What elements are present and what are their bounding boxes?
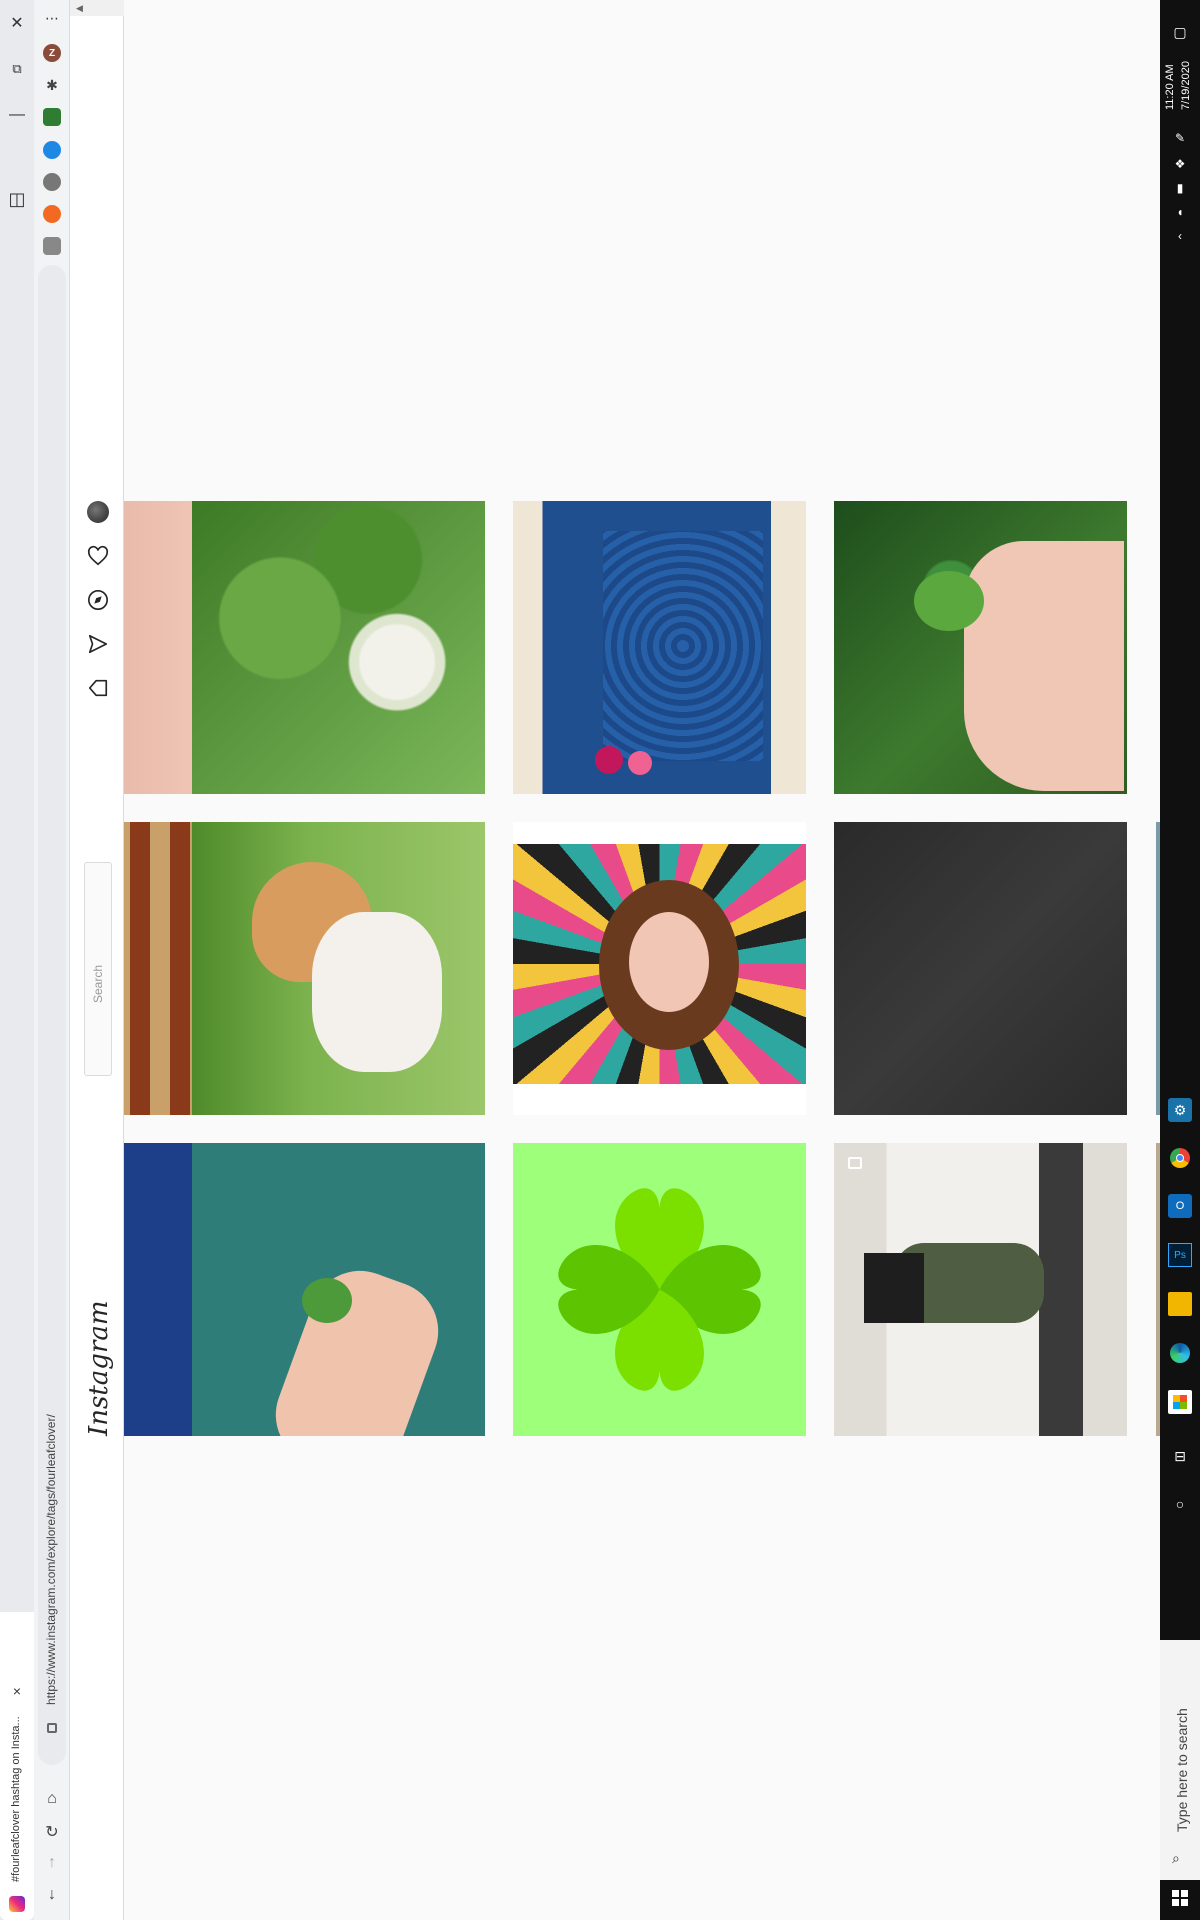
- battery-icon[interactable]: ▮: [1168, 176, 1192, 200]
- show-hidden-icons-icon[interactable]: ‹: [1168, 224, 1192, 248]
- notifications-icon[interactable]: ▢: [1168, 20, 1192, 44]
- home-nav-icon[interactable]: [84, 674, 112, 702]
- photoshop-icon[interactable]: Ps: [1168, 1243, 1192, 1267]
- grid-post-r3c2[interactable]: [513, 1143, 806, 1436]
- extension-image-icon[interactable]: [43, 108, 61, 126]
- office-icon[interactable]: [1168, 1390, 1192, 1414]
- tab-actions-icon[interactable]: ⧉: [4, 56, 30, 82]
- back-icon[interactable]: ↓: [42, 1886, 62, 1906]
- explore-compass-icon[interactable]: [84, 586, 112, 614]
- tab-active[interactable]: × #fourleafclover hashtag on Insta...: [0, 1612, 34, 1920]
- grid-post-r2c3[interactable]: [834, 822, 1127, 1115]
- grid-post-r3c1[interactable]: [192, 1143, 485, 1436]
- grid-post-r1c2[interactable]: [513, 501, 806, 794]
- instagram-favicon-icon: [9, 1896, 25, 1912]
- clock-date[interactable]: 7/19/2020: [1180, 61, 1192, 110]
- search-placeholder: Search: [91, 964, 105, 1003]
- volume-icon[interactable]: ◖: [1168, 200, 1192, 224]
- reload-icon[interactable]: ↻: [42, 1822, 62, 1842]
- vertical-tabs-icon[interactable]: ◫: [4, 186, 30, 212]
- cortana-icon[interactable]: ○: [1168, 1492, 1192, 1516]
- heart-icon[interactable]: [84, 542, 112, 570]
- url-text[interactable]: https://www.instagram.com/explore/tags/f…: [44, 1414, 58, 1705]
- extensions-icon[interactable]: ✱: [43, 76, 61, 94]
- grid-post-r3c3[interactable]: [834, 1143, 1127, 1436]
- grid-post-r1c3[interactable]: [834, 501, 1127, 794]
- windows-start-icon[interactable]: [1168, 1886, 1192, 1910]
- chrome-icon[interactable]: [1168, 1146, 1192, 1170]
- lock-icon[interactable]: [47, 1723, 57, 1733]
- home-icon[interactable]: ⌂: [42, 1790, 62, 1810]
- dropbox-icon[interactable]: ❖: [1168, 152, 1192, 176]
- outlook-icon[interactable]: O: [1168, 1194, 1192, 1218]
- search-icon: ⌕: [1172, 1850, 1180, 1866]
- edge-icon[interactable]: [1168, 1341, 1192, 1365]
- close-tab-button[interactable]: ×: [4, 1678, 30, 1704]
- forward-icon[interactable]: ↑: [42, 1854, 62, 1874]
- hashtag-grid-area: [124, 0, 1160, 1920]
- grid-post-r2c2[interactable]: [513, 822, 806, 1115]
- tab-title: #fourleafclover hashtag on Insta...: [10, 1716, 22, 1882]
- instagram-logo[interactable]: Instagram: [84, 1300, 114, 1436]
- four-leaf-clover-icon: [558, 1188, 761, 1391]
- taskbar-search-placeholder: Type here to search: [1174, 1708, 1190, 1832]
- grid-post-r2c1[interactable]: [192, 822, 485, 1115]
- grid-post-r1c1[interactable]: [192, 501, 485, 794]
- profile-avatar-nav[interactable]: [84, 498, 112, 526]
- search-input[interactable]: Search: [84, 862, 112, 1076]
- windows-taskbar: [1160, 0, 1200, 1920]
- extension-orange-icon[interactable]: [43, 205, 61, 223]
- extension-blue-icon[interactable]: [43, 141, 61, 159]
- pen-icon[interactable]: ✎: [1168, 126, 1192, 150]
- taskbar-app-icon[interactable]: ⚙: [1168, 1098, 1192, 1122]
- clock-time[interactable]: 11:20 AM: [1164, 64, 1176, 110]
- file-explorer-icon[interactable]: [1168, 1292, 1192, 1316]
- close-window-icon[interactable]: ✕: [4, 10, 30, 36]
- direct-message-icon[interactable]: [84, 630, 112, 658]
- more-menu-icon[interactable]: ⋯: [40, 10, 64, 30]
- minimize-icon[interactable]: —: [4, 102, 30, 128]
- profile-avatar[interactable]: Z: [43, 44, 61, 62]
- scroll-left-icon[interactable]: ◀: [76, 3, 83, 14]
- multiple-posts-icon: [848, 1157, 862, 1169]
- task-view-icon[interactable]: ⊟: [1168, 1444, 1192, 1468]
- taskbar-search-box[interactable]: Type here to search ⌕: [1160, 1640, 1200, 1880]
- extension-g-icon[interactable]: [43, 237, 61, 255]
- browser-tab-strip: ✕ ⧉ — ◫ + × #fourleafclover hashtag on I…: [0, 0, 34, 1920]
- address-bar[interactable]: https://www.instagram.com/explore/tags/f…: [38, 265, 66, 1765]
- extension-circle-icon[interactable]: [43, 173, 61, 191]
